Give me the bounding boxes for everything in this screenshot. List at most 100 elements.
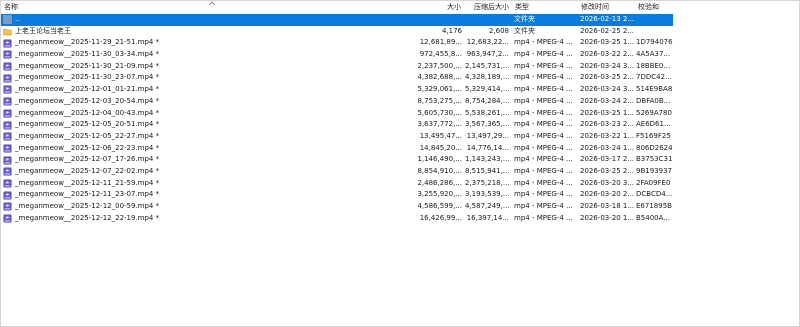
file-row[interactable]: _meganmeow__2025-12-11_21-59.mp4 * 2,486,… [1,178,673,190]
modified-time: 2026-03-20 1... [580,213,635,222]
file-size: 4,586,599,... [417,202,462,210]
file-row[interactable]: _meganmeow__2025-12-12_22-19.mp4 * 16,426… [1,213,673,225]
file-type: mp4 - MPEG-4 ... [514,73,573,82]
file-name-cell: _meganmeow__2025-12-06_22-23.mp4 * [3,143,417,155]
file-row[interactable]: _meganmeow__2025-12-06_22-23.mp4 * 14,845… [1,143,673,155]
checksum: 5269A780 [636,108,672,117]
video-file-icon [3,202,12,211]
packed-size: 8,515,941,... [465,166,510,175]
video-file-icon [3,132,12,141]
file-row[interactable]: _meganmeow__2025-11-29_21-51.mp4 * 12,681… [1,37,673,49]
file-size: 8,854,910,... [417,166,462,175]
packed-size: 14,776,14... [466,143,509,152]
modified-time: 2026-03-17 2... [580,155,635,164]
modified-time: 2026-03-23 2... [580,120,635,129]
column-header-modified[interactable]: 修改时间 [578,1,635,13]
file-row[interactable]: _meganmeow__2025-11-30_23-07.mp4 * 4,382,… [1,72,673,84]
file-type: mp4 - MPEG-4 ... [514,38,573,47]
checksum: 514E9BA8 [636,85,673,94]
file-size: 2,486,286,... [417,178,462,187]
file-type: mp4 - MPEG-4 ... [514,85,573,94]
file-name: _meganmeow__2025-12-07_22-02.mp4 * [15,166,160,175]
file-type: mp4 - MPEG-4 ... [514,166,573,175]
file-name: _meganmeow__2025-11-30_21-09.mp4 * [15,61,160,70]
packed-size: 2,375,218,... [465,178,510,187]
checksum [635,26,673,38]
modified-time: 2026-03-24 2... [580,96,635,105]
file-size: 2,237,500,... [417,61,462,70]
file-row[interactable]: _meganmeow__2025-12-07_22-02.mp4 * 8,854,… [1,166,673,178]
file-size: 5,329,061,... [417,85,462,94]
packed-size: 5,329,414,... [465,85,510,94]
file-name-cell: _meganmeow__2025-12-05_20-51.mp4 * [3,119,417,131]
video-file-icon [3,109,12,118]
file-size: 8,753,275,... [417,96,462,105]
packed-size: 963,947,2... [466,50,509,59]
packed-size: 4,328,189,... [465,73,510,82]
file-row[interactable]: _meganmeow__2025-12-11_23-07.mp4 * 3,255,… [1,189,673,201]
parent-folder-icon [3,15,12,25]
file-row[interactable]: _meganmeow__2025-11-30_03-34.mp4 * 972,45… [1,49,673,61]
packed-size: 3,193,539,... [465,190,510,199]
file-row[interactable]: _meganmeow__2025-12-07_17-26.mp4 * 1,146,… [1,154,673,166]
file-row[interactable]: _meganmeow__2025-12-01_01-21.mp4 * 5,329,… [1,84,673,96]
file-type: mp4 - MPEG-4 ... [514,50,573,59]
folder-icon [3,27,12,36]
video-file-icon [3,85,12,94]
packed-size: 2,608 [488,26,509,35]
parent-directory-row[interactable]: .. 文件夹 2026-02-13 2... [1,14,673,26]
file-name: 上老王论坛当老王 [15,26,71,35]
modified-time: 2026-03-25 1... [580,38,635,47]
file-list: .. 文件夹 2026-02-13 2... 上老王论坛当老王 4,176 2,608 文件… [1,14,673,224]
file-name-cell: _meganmeow__2025-12-11_21-59.mp4 * [3,178,417,190]
folder-row[interactable]: 上老王论坛当老王 4,176 2,608 文件夹 2026-02-25 2... [1,26,673,38]
file-row[interactable]: _meganmeow__2025-12-04_00-43.mp4 * 5,605,… [1,108,673,120]
file-size: 13,495,47... [419,131,462,140]
file-name-cell: _meganmeow__2025-11-30_21-09.mp4 * [3,61,417,73]
file-name: _meganmeow__2025-11-29_21-51.mp4 * [15,38,160,47]
packed-size: 1,143,243,... [465,155,510,164]
file-name: _meganmeow__2025-11-30_23-07.mp4 * [15,73,160,82]
video-file-icon [3,179,12,188]
modified-time: 2026-03-25 2... [580,73,635,82]
checksum: 9B193937 [636,166,672,175]
column-header-packed-size[interactable]: 压缩后大小 [464,1,512,13]
file-type: mp4 - MPEG-4 ... [514,155,573,164]
file-row[interactable]: _meganmeow__2025-12-05_22-27.mp4 * 13,495… [1,131,673,143]
column-header-type[interactable]: 类型 [512,1,578,13]
file-name: _meganmeow__2025-12-05_22-27.mp4 * [15,131,160,140]
file-type: mp4 - MPEG-4 ... [514,202,573,210]
file-type: mp4 - MPEG-4 ... [514,143,573,152]
file-size: 3,255,920,... [417,190,462,199]
file-type: mp4 - MPEG-4 ... [514,108,573,117]
modified-time: 2026-03-25 1... [580,108,635,117]
modified-time: 2026-03-22 2... [580,50,635,59]
file-name-cell: _meganmeow__2025-11-30_03-34.mp4 * [3,49,417,61]
file-size: 972,455,8... [419,50,462,59]
file-name-cell: _meganmeow__2025-12-01_01-21.mp4 * [3,84,417,96]
column-header-size[interactable]: 大小 [415,1,464,13]
file-size: 12,681,89... [419,38,462,47]
video-file-icon [3,214,12,223]
packed-size: 12,683,22... [466,38,509,47]
file-name-cell: _meganmeow__2025-12-07_17-26.mp4 * [3,154,417,166]
file-type: mp4 - MPEG-4 ... [514,120,573,129]
file-row[interactable]: _meganmeow__2025-12-12_00-59.mp4 * 4,586,… [1,201,673,213]
file-size: 14,845,20... [419,143,462,152]
column-header: 名称 大小 压缩后大小 类型 修改时间 校验和 [1,1,673,13]
checksum: 2FA09FE0 [636,178,671,187]
file-name: _meganmeow__2025-12-12_00-59.mp4 * [15,202,160,210]
modified-time: 2026-03-18 1... [580,202,635,210]
file-name: _meganmeow__2025-12-11_21-59.mp4 * [15,178,160,187]
column-header-checksum[interactable]: 校验和 [635,1,673,13]
file-row[interactable]: _meganmeow__2025-12-03_20-54.mp4 * 8,753,… [1,96,673,108]
modified-time: 2026-03-24 3... [580,85,635,94]
modified-time: 2026-03-20 3... [580,178,635,187]
video-file-icon [3,74,12,83]
file-row[interactable]: _meganmeow__2025-11-30_21-09.mp4 * 2,237,… [1,61,673,73]
packed-size: 16,397,14... [466,213,509,222]
file-name: _meganmeow__2025-12-06_22-23.mp4 * [15,143,160,152]
checksum: DBFA0B... [636,96,671,105]
file-name-cell: _meganmeow__2025-12-07_22-02.mp4 * [3,166,417,178]
file-row[interactable]: _meganmeow__2025-12-05_20-51.mp4 * 3,637,… [1,119,673,131]
